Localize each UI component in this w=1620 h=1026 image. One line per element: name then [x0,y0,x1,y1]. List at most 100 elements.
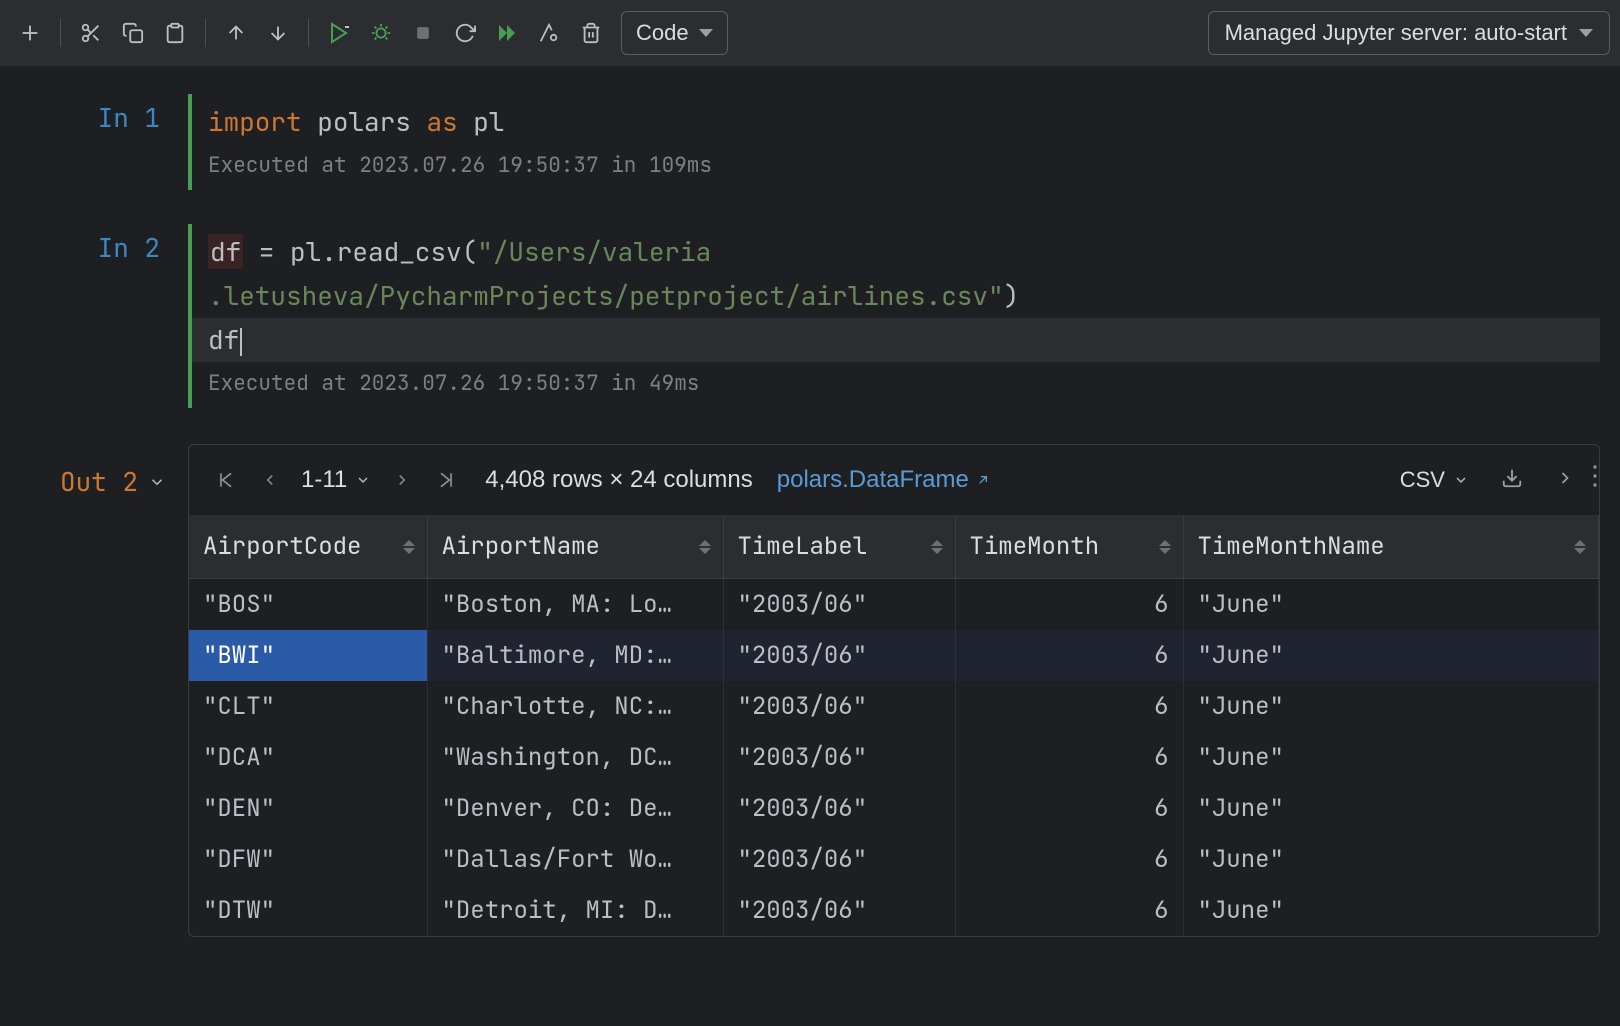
chevron-down-icon [1579,29,1593,37]
execution-status: Executed at 2023.07.26 19:50:37 in 49ms [208,362,1600,402]
table-cell[interactable]: "2003/06" [723,579,955,631]
debug-button[interactable] [361,13,401,53]
cell-label: Out 2 [60,464,138,499]
cell-in-1[interactable]: In 1 import polars as pl Executed at 202… [0,94,1620,190]
table-cell[interactable]: "BOS" [189,579,427,631]
cell-type-dropdown[interactable]: Code [621,11,728,55]
table-row[interactable]: "BOS""Boston, MA: Lo…"2003/06"6"June" [189,579,1599,631]
prev-page-button[interactable] [257,467,283,493]
delete-cell-button[interactable] [571,13,611,53]
cell-in-2[interactable]: In 2 df = pl.read_csv("/Users/valeria .l… [0,224,1620,408]
table-cell[interactable]: 6 [955,885,1183,936]
chevron-down-icon [699,29,713,37]
more-options-button[interactable]: ⋮ [1582,460,1608,491]
table-cell[interactable]: "June" [1183,579,1599,631]
table-cell[interactable]: "Baltimore, MD:… [427,630,723,681]
sort-icon[interactable] [403,540,415,554]
toolbar-separator [205,19,206,47]
table-cell[interactable]: "DEN" [189,783,427,834]
notebook-toolbar: Code Managed Jupyter server: auto-start [0,0,1620,66]
table-cell[interactable]: "Detroit, MI: D… [427,885,723,936]
table-cell[interactable]: "2003/06" [723,783,955,834]
table-cell[interactable]: "June" [1183,681,1599,732]
last-page-button[interactable] [433,467,459,493]
sort-icon[interactable] [1159,540,1171,554]
table-cell[interactable]: "Washington, DC… [427,732,723,783]
table-cell[interactable]: "Dallas/Fort Wo… [427,834,723,885]
server-label: Managed Jupyter server: auto-start [1225,20,1567,46]
code-input[interactable]: import polars as pl Executed at 2023.07.… [188,94,1600,190]
code-input[interactable]: df = pl.read_csv("/Users/valeria .letush… [188,224,1600,408]
table-cell[interactable]: "2003/06" [723,834,955,885]
table-cell[interactable]: "2003/06" [723,732,955,783]
table-row[interactable]: "DCA""Washington, DC…"2003/06"6"June" [189,732,1599,783]
execution-status: Executed at 2023.07.26 19:50:37 in 109ms [208,144,1600,184]
sort-icon[interactable] [699,540,711,554]
dataframe-summary: 4,408 rows × 24 columns [485,466,752,494]
next-page-button[interactable] [389,467,415,493]
move-up-button[interactable] [216,13,256,53]
table-cell[interactable]: "June" [1183,732,1599,783]
table-row[interactable]: "BWI""Baltimore, MD:…"2003/06"6"June" [189,630,1599,681]
dataframe-type-link[interactable]: polars.DataFrame [777,466,991,494]
table-cell[interactable]: "CLT" [189,681,427,732]
add-cell-button[interactable] [10,13,50,53]
cut-button[interactable] [71,13,111,53]
table-cell[interactable]: "DTW" [189,885,427,936]
text-cursor [240,328,242,356]
table-cell[interactable]: "DCA" [189,732,427,783]
dataframe-table[interactable]: AirportCodeAirportNameTimeLabelTimeMonth… [189,515,1599,936]
table-cell[interactable]: "DFW" [189,834,427,885]
move-down-button[interactable] [258,13,298,53]
table-cell[interactable]: "Denver, CO: De… [427,783,723,834]
clear-outputs-button[interactable] [529,13,569,53]
table-cell[interactable]: "June" [1183,783,1599,834]
run-cell-button[interactable] [319,13,359,53]
table-cell[interactable]: "June" [1183,630,1599,681]
expand-button[interactable] [1555,468,1575,493]
export-format-dropdown[interactable]: CSV [1400,467,1469,493]
table-cell[interactable]: 6 [955,681,1183,732]
table-row[interactable]: "CLT""Charlotte, NC:…"2003/06"6"June" [189,681,1599,732]
download-button[interactable] [1501,467,1523,494]
run-all-button[interactable] [487,13,527,53]
table-cell[interactable]: "June" [1183,885,1599,936]
stop-button[interactable] [403,13,443,53]
sort-icon[interactable] [931,540,943,554]
jupyter-server-dropdown[interactable]: Managed Jupyter server: auto-start [1208,11,1610,55]
table-cell[interactable]: "June" [1183,834,1599,885]
copy-button[interactable] [113,13,153,53]
column-header[interactable]: AirportCode [189,515,427,579]
page-range-dropdown[interactable]: 1-11 [301,466,371,494]
table-cell[interactable]: "BWI" [189,630,427,681]
table-cell[interactable]: 6 [955,732,1183,783]
dataframe-toolbar: 1-11 4,408 rows × 24 columns polars.Data… [189,445,1599,515]
table-cell[interactable]: "Charlotte, NC:… [427,681,723,732]
sort-icon[interactable] [1574,540,1586,554]
toolbar-separator [308,19,309,47]
table-cell[interactable]: 6 [955,834,1183,885]
table-cell[interactable]: "2003/06" [723,885,955,936]
table-cell[interactable]: "Boston, MA: Lo… [427,579,723,631]
cells-container: In 1 import polars as pl Executed at 202… [0,66,1620,937]
paste-button[interactable] [155,13,195,53]
table-row[interactable]: "DEN""Denver, CO: De…"2003/06"6"June" [189,783,1599,834]
first-page-button[interactable] [213,467,239,493]
dataframe-output-panel: 1-11 4,408 rows × 24 columns polars.Data… [188,444,1600,937]
column-header[interactable]: AirportName [427,515,723,579]
cell-type-label: Code [636,20,689,46]
cell-label: In 2 [0,224,188,265]
table-cell[interactable]: 6 [955,630,1183,681]
table-cell[interactable]: "2003/06" [723,630,955,681]
table-cell[interactable]: 6 [955,783,1183,834]
restart-kernel-button[interactable] [445,13,485,53]
column-header[interactable]: TimeLabel [723,515,955,579]
column-header[interactable]: TimeMonthName [1183,515,1599,579]
column-header[interactable]: TimeMonth [955,515,1183,579]
cell-out-2: Out 2 1-11 [0,444,1620,937]
table-row[interactable]: "DFW""Dallas/Fort Wo…"2003/06"6"June" [189,834,1599,885]
table-cell[interactable]: "2003/06" [723,681,955,732]
table-row[interactable]: "DTW""Detroit, MI: D…"2003/06"6"June" [189,885,1599,936]
chevron-down-icon[interactable] [148,473,166,491]
table-cell[interactable]: 6 [955,579,1183,631]
